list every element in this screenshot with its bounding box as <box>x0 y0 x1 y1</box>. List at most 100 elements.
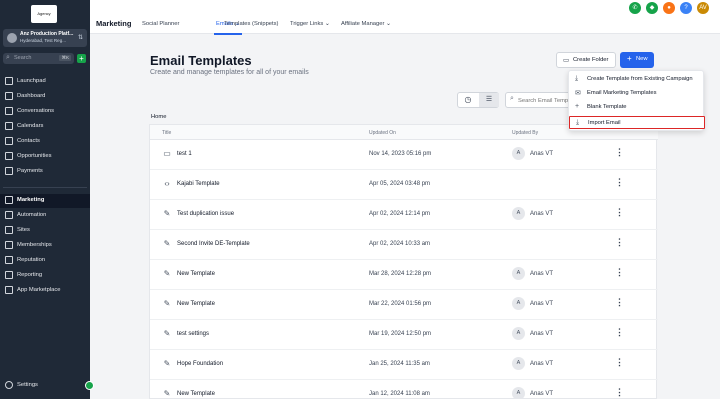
star-icon <box>5 256 13 264</box>
sidebar-item-marketing[interactable]: Marketing <box>0 194 90 208</box>
menu-item-email-marketing-templates[interactable]: ✉ Email Marketing Templates <box>569 87 705 100</box>
updated-on: Mar 28, 2024 12:28 pm <box>369 271 432 277</box>
search-icon: ⌕ <box>510 95 514 102</box>
table-row[interactable]: ✎ Test duplication issue Apr 02, 2024 12:1… <box>150 200 658 230</box>
top-bar: Marketing Social Planner Emails ⌄ Templa… <box>90 0 720 35</box>
breadcrumb[interactable]: Home <box>151 114 166 120</box>
template-title[interactable]: New Template <box>177 301 215 307</box>
more-options-icon[interactable]: ⋮ <box>615 387 624 398</box>
sidebar-item-contacts[interactable]: Contacts <box>0 135 90 149</box>
sidebar-item-launchpad[interactable]: Launchpad <box>0 75 90 89</box>
sidebar-search-placeholder: Search <box>14 55 32 61</box>
table-row[interactable]: ✎ New Template Mar 28, 2024 12:28 pm A Anas … <box>150 260 658 290</box>
grid-icon <box>5 286 13 294</box>
sidebar-item-automation[interactable]: Automation <box>0 209 90 223</box>
sidebar-search[interactable]: ⌕ Search ⌘K <box>3 53 74 64</box>
updated-on: Jan 12, 2024 11:08 am <box>369 391 430 397</box>
template-title[interactable]: test 1 <box>177 151 192 157</box>
more-options-icon[interactable]: ⋮ <box>615 357 624 368</box>
sidebar-item-app-marketplace[interactable]: App Marketplace <box>0 284 90 298</box>
template-title[interactable]: test settings <box>177 331 209 337</box>
template-title[interactable]: Test duplication issue <box>177 211 234 217</box>
clock-icon[interactable]: ◷ <box>458 93 478 107</box>
megaphone-icon[interactable]: ◆ <box>646 2 658 14</box>
more-options-icon[interactable]: ⋮ <box>615 237 624 248</box>
new-dropdown-menu: ⤓ Create Template from Existing Campaign … <box>568 70 705 131</box>
column-updated-by: Updated By <box>512 130 539 136</box>
new-button[interactable]: + New <box>620 52 654 68</box>
sidebar-item-reputation[interactable]: Reputation <box>0 254 90 268</box>
folder-icon: ▭ <box>163 149 171 158</box>
sidebar-item-calendars[interactable]: Calendars <box>0 120 90 134</box>
phone-icon[interactable]: ✆ <box>629 2 641 14</box>
table-row[interactable]: ✎ New Template Mar 22, 2024 01:56 pm A Anas … <box>150 290 658 320</box>
sidebar-item-sites[interactable]: Sites <box>0 224 90 238</box>
table-row[interactable]: ✎ test settings Mar 19, 2024 12:50 pm A Anas… <box>150 320 658 350</box>
section-title: Marketing <box>96 19 132 28</box>
template-title[interactable]: Kajabi Template <box>177 181 220 187</box>
create-folder-button[interactable]: ▭ Create Folder <box>556 52 616 68</box>
edit-icon: ✎ <box>163 389 171 398</box>
sidebar-item-label: Settings <box>17 382 38 388</box>
updated-on: Apr 02, 2024 10:33 am <box>369 241 431 247</box>
template-title[interactable]: New Template <box>177 391 215 397</box>
chart-icon <box>5 271 13 279</box>
template-title[interactable]: New Template <box>177 271 215 277</box>
contacts-icon <box>5 137 13 145</box>
more-options-icon[interactable]: ⋮ <box>615 207 624 218</box>
table-row[interactable]: ▭ test 1 Nov 14, 2023 05:16 pm A Anas VT ⋮ <box>150 140 658 170</box>
more-options-icon[interactable]: ⋮ <box>615 147 624 158</box>
edit-icon: ✎ <box>163 269 171 278</box>
more-options-icon[interactable]: ⋮ <box>615 297 624 308</box>
menu-item-import-email[interactable]: ⤓ Import Email <box>569 116 705 129</box>
menu-item-blank-template[interactable]: + Blank Template <box>569 101 705 114</box>
tab-trigger-links[interactable]: Trigger Links ⌄ <box>290 21 330 27</box>
sidebar-item-conversations[interactable]: Conversations <box>0 105 90 119</box>
updated-on: Jan 25, 2024 11:35 am <box>369 361 430 367</box>
send-icon <box>5 196 13 204</box>
help-icon[interactable]: ? <box>680 2 692 14</box>
sidebar-item-opportunities[interactable]: Opportunities <box>0 150 90 164</box>
account-switcher[interactable]: Anz Production Platf... Hyderabad, Test … <box>3 29 87 47</box>
user-avatar[interactable]: AV <box>697 2 709 14</box>
edit-icon: ✎ <box>163 239 171 248</box>
sidebar-item-label: App Marketplace <box>17 287 61 293</box>
sidebar-item-memberships[interactable]: Memberships <box>0 239 90 253</box>
sidebar-item-label: Payments <box>17 168 43 174</box>
table-row[interactable]: ‹› Kajabi Template Apr 05, 2024 03:48 pm ⋮ <box>150 170 658 200</box>
template-title[interactable]: Hope Foundation <box>177 361 223 367</box>
view-toggle: ◷ ☰ <box>457 92 499 108</box>
table-row[interactable]: ✎ Hope Foundation Jan 25, 2024 11:35 am A An… <box>150 350 658 380</box>
tab-affiliate-manager[interactable]: Affiliate Manager ⌄ <box>341 21 391 27</box>
sidebar-item-settings[interactable]: Settings <box>0 379 94 393</box>
updated-by: Anas VT <box>530 271 554 277</box>
table-row[interactable]: ✎ Second Invite DE-Template Apr 02, 2024 1… <box>150 230 658 260</box>
quick-add-icon[interactable]: + <box>77 54 86 63</box>
updated-on: Apr 05, 2024 03:48 pm <box>369 181 431 187</box>
more-options-icon[interactable]: ⋮ <box>615 327 624 338</box>
account-location: Hyderabad, Test Reg... <box>20 38 66 43</box>
edit-icon: ✎ <box>163 299 171 308</box>
column-title: Title <box>162 130 172 136</box>
bell-icon[interactable]: ● <box>663 2 675 14</box>
plus-icon: + <box>627 54 632 63</box>
more-options-icon[interactable]: ⋮ <box>615 177 624 188</box>
more-options-icon[interactable]: ⋮ <box>615 267 624 278</box>
user-avatar: A <box>512 387 525 399</box>
sidebar-item-payments[interactable]: Payments <box>0 165 90 179</box>
search-shortcut: ⌘K <box>59 55 71 61</box>
folder-icon: ▭ <box>563 57 570 64</box>
column-updated-on: Updated On <box>369 130 396 136</box>
sidebar-item-label: Launchpad <box>17 78 46 84</box>
templates-table: Title Updated On Updated By ▭ test 1 Nov 1… <box>149 124 658 399</box>
sidebar-item-dashboard[interactable]: Dashboard <box>0 90 90 104</box>
template-title[interactable]: Second Invite DE-Template <box>177 241 250 247</box>
list-icon[interactable]: ☰ <box>479 93 499 107</box>
tab-social-planner[interactable]: Social Planner <box>142 21 179 27</box>
menu-item-create-from-campaign[interactable]: ⤓ Create Template from Existing Campaign <box>569 73 705 86</box>
table-row[interactable]: ✎ New Template Jan 12, 2024 11:08 am A Anas … <box>150 380 658 399</box>
updated-on: Mar 19, 2024 12:50 pm <box>369 331 432 337</box>
sidebar-item-reporting[interactable]: Reporting <box>0 269 90 283</box>
sidebar-item-label: Dashboard <box>17 93 46 99</box>
updated-on: Apr 02, 2024 12:14 pm <box>369 211 431 217</box>
